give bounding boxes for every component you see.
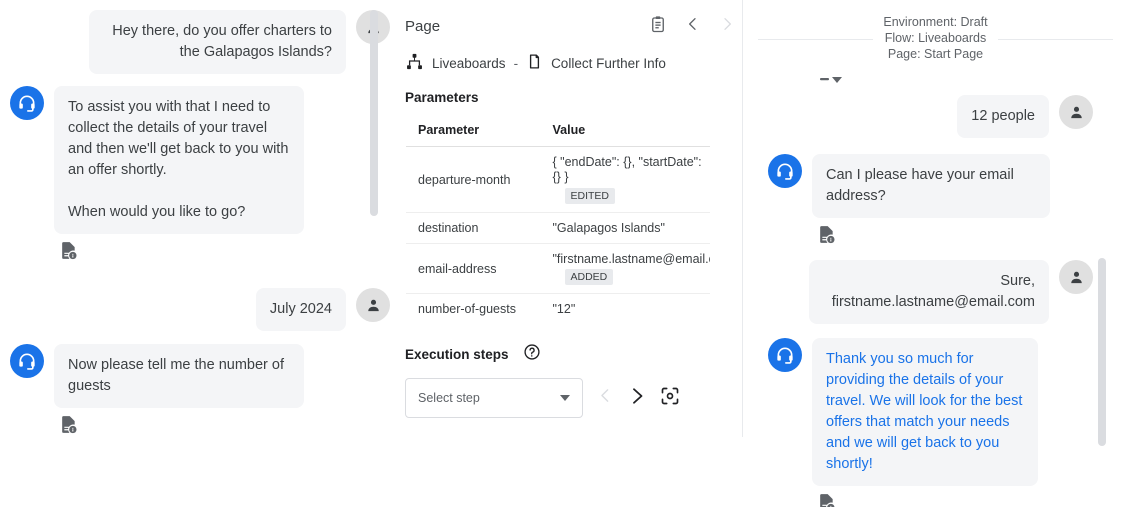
chat-message-bot: Thank you so much for providing the deta… [768, 338, 1093, 507]
parameter-value: "12" [541, 294, 711, 325]
flow-line: Flow: Liveaboards [883, 30, 987, 46]
status-badge: ADDED [565, 269, 614, 285]
message-bubble: Thank you so much for providing the deta… [812, 338, 1038, 486]
page-inspector-panel: Page [405, 10, 735, 418]
chat-message-user: July 2024 [10, 288, 390, 331]
next-step-button[interactable] [628, 387, 646, 410]
page-title: Page [405, 18, 440, 35]
parameter-value: "firstname.lastname@email.com" [553, 252, 711, 266]
parameter-value: "Galapagos Islands" [541, 213, 711, 244]
parameter-name: departure-month [406, 147, 541, 213]
help-circle-icon[interactable] [523, 343, 541, 366]
message-bubble: Now please tell me the number of guests [54, 344, 304, 408]
execution-steps-label: Execution steps [405, 347, 509, 362]
parameter-value: { "endDate": {}, "startDate": {} } [553, 155, 711, 185]
message-bubble: Sure, firstname.lastname@email.com [809, 260, 1049, 324]
environment-header: Environment: Draft Flow: Liveaboards Pag… [758, 14, 1113, 63]
parameters-table: Parameter Value departure-month { "endDa… [405, 113, 711, 325]
message-bubble: To assist you with that I need to collec… [54, 86, 304, 234]
page-document-icon [526, 52, 543, 74]
chat-message-bot: To assist you with that I need to collec… [10, 86, 390, 266]
message-bubble: Can I please have your email address? [812, 154, 1050, 218]
previous-step-button[interactable] [597, 387, 614, 409]
table-row: email-address "firstname.lastname@email.… [406, 244, 711, 294]
chat-message-bot: Can I please have your email address? [768, 154, 1093, 250]
select-step-dropdown[interactable]: Select step [405, 378, 583, 418]
message-bubble: Hey there, do you offer charters to the … [89, 10, 346, 74]
column-header-value: Value [541, 114, 711, 147]
headset-icon [10, 344, 44, 378]
select-step-value: Select step [418, 391, 480, 405]
person-icon [356, 288, 390, 322]
panel-divider [742, 0, 743, 437]
execution-steps-controls: Select step [405, 378, 735, 418]
breadcrumb-flow-name[interactable]: Liveaboards [432, 56, 506, 71]
person-icon [1059, 95, 1093, 129]
simulator-panel: Environment: Draft Flow: Liveaboards Pag… [750, 0, 1121, 507]
parameters-label: Parameters [405, 90, 735, 105]
clipped-message-top [820, 71, 1121, 89]
column-header-parameter: Parameter [406, 114, 541, 147]
status-badge: EDITED [565, 188, 616, 204]
table-row: destination "Galapagos Islands" [406, 213, 711, 244]
previous-page-icon[interactable] [685, 16, 701, 37]
parameter-name: email-address [406, 244, 541, 294]
person-icon [1059, 260, 1093, 294]
environment-line: Environment: Draft [883, 14, 987, 30]
right-panel-scrollbar[interactable] [1098, 258, 1106, 446]
parameter-value-cell: "firstname.lastname@email.com" ADDED [541, 244, 711, 294]
document-info-icon[interactable] [816, 224, 1050, 250]
message-bubble: 12 people [957, 95, 1049, 138]
document-info-icon[interactable] [58, 414, 304, 440]
headset-icon [768, 338, 802, 372]
chat-message-user: 12 people [768, 95, 1093, 138]
panel-header: Page [405, 10, 735, 42]
chat-message-user: Hey there, do you offer charters to the … [10, 10, 390, 74]
breadcrumb: Liveaboards - Collect Further Info [405, 52, 735, 74]
account-tree-icon [405, 52, 424, 74]
chat-message-bot: Now please tell me the number of guests [10, 344, 390, 440]
chevron-down-icon [560, 395, 570, 401]
breadcrumb-separator: - [514, 56, 519, 71]
document-info-icon[interactable] [816, 492, 1038, 507]
parameter-name: destination [406, 213, 541, 244]
headset-icon [10, 86, 44, 120]
left-panel-scrollbar[interactable] [370, 10, 378, 216]
headset-icon [768, 154, 802, 188]
table-row: number-of-guests "12" [406, 294, 711, 325]
document-info-icon[interactable] [58, 240, 304, 266]
clipboard-icon[interactable] [649, 15, 667, 38]
parameter-value-cell: { "endDate": {}, "startDate": {} } EDITE… [541, 147, 711, 213]
breadcrumb-page-name[interactable]: Collect Further Info [551, 56, 666, 71]
parameter-name: number-of-guests [406, 294, 541, 325]
app-root: Hey there, do you offer charters to the … [0, 0, 1121, 507]
execution-steps-header: Execution steps [405, 343, 735, 366]
left-conversation-panel: Hey there, do you offer charters to the … [0, 0, 390, 507]
chat-message-user: Sure, firstname.lastname@email.com [768, 260, 1093, 324]
environment-header-text: Environment: Draft Flow: Liveaboards Pag… [873, 14, 997, 62]
next-page-icon[interactable] [719, 16, 735, 37]
message-bubble: July 2024 [256, 288, 346, 331]
center-focus-button[interactable] [660, 386, 680, 411]
table-row: departure-month { "endDate": {}, "startD… [406, 147, 711, 213]
simulator-messages: 12 people Can I please have your email [750, 89, 1121, 507]
panel-header-actions [649, 15, 735, 38]
page-line: Page: Start Page [883, 46, 987, 62]
table-header-row: Parameter Value [406, 114, 711, 147]
